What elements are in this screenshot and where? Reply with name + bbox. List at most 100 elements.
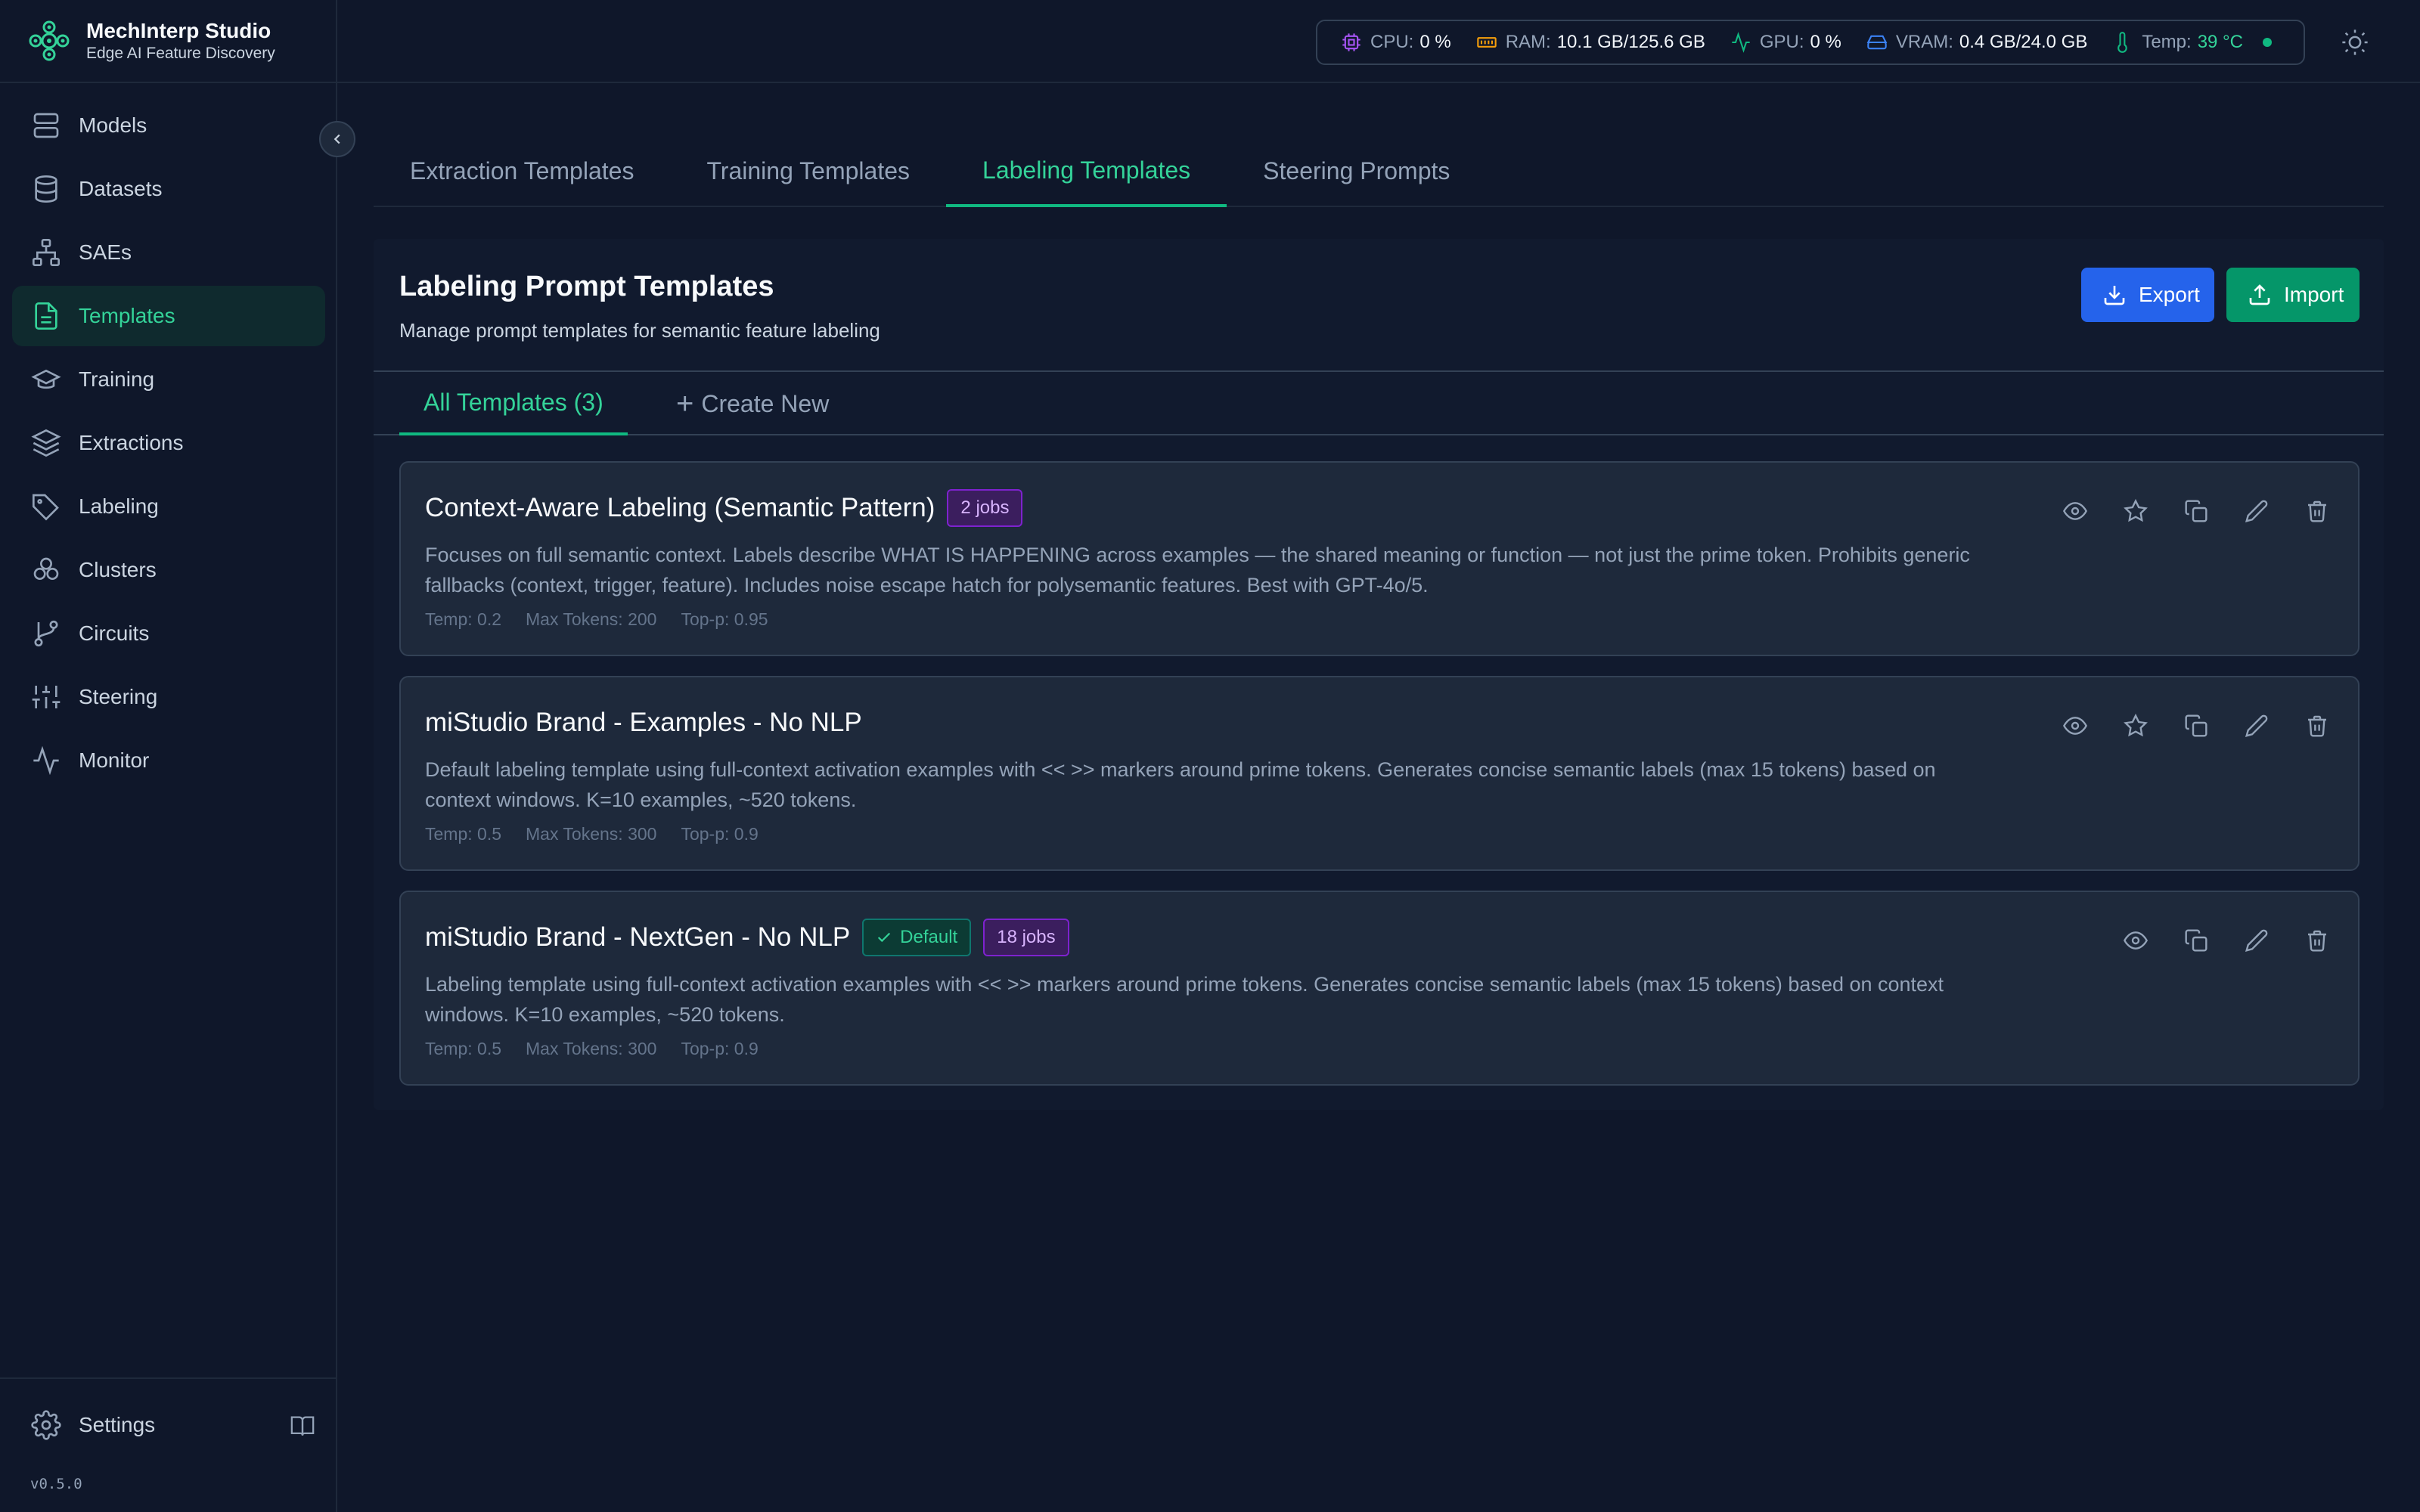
template-description: Labeling template using full-context act… [425, 973, 1944, 1026]
page-title: Labeling Prompt Templates [399, 271, 774, 302]
sidebar-item-clusters[interactable]: Clusters [12, 540, 325, 600]
copy-icon[interactable] [2178, 708, 2214, 744]
edit-icon[interactable] [2238, 493, 2275, 529]
template-type-tabs: Extraction Templates Training Templates … [374, 136, 2384, 207]
ram-metric: RAM: 10.1 GB/125.6 GB [1475, 31, 1705, 54]
card-header: Context-Aware Labeling (Semantic Pattern… [425, 488, 1023, 528]
tab-training-templates[interactable]: Training Templates [670, 136, 946, 206]
tab-extraction-templates[interactable]: Extraction Templates [374, 136, 670, 206]
card-header: miStudio Brand - NextGen - No NLP Defaul… [425, 918, 1069, 957]
sidebar-item-label: Training [79, 367, 155, 391]
database-icon [30, 173, 62, 205]
sidebar-item-datasets[interactable]: Datasets [12, 159, 325, 219]
sidebar-item-models[interactable]: Models [12, 95, 325, 156]
max-tokens-param: Max Tokens: 300 [526, 1039, 657, 1058]
default-label: Default [900, 927, 958, 947]
sidebar-item-extractions[interactable]: Extractions [12, 413, 325, 473]
trash-icon[interactable] [2299, 708, 2335, 744]
template-params: Temp: 0.5 Max Tokens: 300 Top-p: 0.9 [425, 1039, 783, 1059]
plus-icon: + [676, 386, 694, 420]
tab-labeling-templates[interactable]: Labeling Templates [946, 136, 1227, 207]
hard-drive-icon [1866, 31, 1888, 54]
card-header: miStudio Brand - Examples - No NLP [425, 703, 862, 742]
thermometer-icon [2111, 31, 2134, 54]
sidebar-item-circuits[interactable]: Circuits [12, 603, 325, 664]
subtab-create-new[interactable]: + Create New [676, 372, 829, 435]
upload-icon [2248, 282, 2272, 308]
memory-icon [1475, 31, 1498, 54]
view-icon[interactable] [2057, 493, 2093, 529]
template-params: Temp: 0.5 Max Tokens: 300 Top-p: 0.9 [425, 824, 783, 844]
template-title: miStudio Brand - NextGen - No NLP [425, 922, 851, 952]
brand-header[interactable]: MechInterp Studio Edge AI Feature Discov… [0, 0, 336, 83]
edit-icon[interactable] [2238, 922, 2275, 959]
sidebar-item-training[interactable]: Training [12, 349, 325, 410]
sidebar: MechInterp Studio Edge AI Feature Discov… [0, 0, 337, 1512]
sidebar-item-saes[interactable]: SAEs [12, 222, 325, 283]
sidebar-item-label: Models [79, 113, 147, 137]
sidebar-nav: Models Datasets SAEs Templates Training … [12, 95, 325, 794]
star-icon[interactable] [2118, 708, 2154, 744]
temp-param: Temp: 0.5 [425, 824, 501, 844]
sidebar-collapse-button[interactable] [319, 121, 355, 157]
import-button[interactable]: Import [2226, 268, 2360, 322]
system-metrics: CPU: 0 % RAM: 10.1 GB/125.6 GB GPU: 0 % … [1316, 20, 2305, 65]
tag-icon [30, 491, 62, 522]
app-name: MechInterp Studio [86, 19, 271, 42]
default-badge: Default [862, 919, 972, 956]
template-description: Default labeling template using full-con… [425, 758, 1936, 811]
server-icon [30, 110, 62, 141]
jobs-badge: 18 jobs [983, 919, 1069, 956]
check-icon [878, 932, 891, 943]
jobs-badge: 2 jobs [947, 489, 1023, 527]
sidebar-item-templates[interactable]: Templates [12, 286, 325, 346]
temp-value: 39 °C [2197, 32, 2243, 52]
trash-icon[interactable] [2299, 922, 2335, 959]
max-tokens-param: Max Tokens: 200 [526, 609, 657, 629]
template-card[interactable]: miStudio Brand - NextGen - No NLP Defaul… [399, 891, 2360, 1086]
sidebar-item-monitor[interactable]: Monitor [12, 730, 325, 791]
app-version: v0.5.0 [30, 1476, 82, 1492]
app-tagline: Edge AI Feature Discovery [86, 45, 275, 62]
topbar: CPU: 0 % RAM: 10.1 GB/125.6 GB GPU: 0 % … [337, 0, 2420, 83]
template-card[interactable]: Context-Aware Labeling (Semantic Pattern… [399, 461, 2360, 656]
temp-metric: Temp: 39 °C [2111, 31, 2243, 54]
git-branch-icon [30, 618, 62, 649]
page-subtitle: Manage prompt templates for semantic fea… [399, 319, 880, 342]
view-icon[interactable] [2118, 922, 2154, 959]
view-icon[interactable] [2057, 708, 2093, 744]
copy-icon[interactable] [2178, 922, 2214, 959]
sliders-icon [30, 681, 62, 713]
template-title: miStudio Brand - Examples - No NLP [425, 708, 862, 737]
export-button[interactable]: Export [2081, 268, 2214, 322]
logo-icon [29, 20, 70, 61]
template-title: Context-Aware Labeling (Semantic Pattern… [425, 493, 935, 522]
trash-icon[interactable] [2299, 493, 2335, 529]
sidebar-item-labeling[interactable]: Labeling [12, 476, 325, 537]
copy-icon[interactable] [2178, 493, 2214, 529]
vram-metric: VRAM: 0.4 GB/24.0 GB [1866, 31, 2087, 54]
chevron-left-icon [334, 134, 340, 144]
sidebar-item-steering[interactable]: Steering [12, 667, 325, 727]
clusters-icon [30, 554, 62, 586]
theme-toggle-button[interactable] [2337, 24, 2373, 60]
sidebar-footer: Settings v0.5.0 [0, 1377, 336, 1512]
star-icon[interactable] [2118, 493, 2154, 529]
template-card[interactable]: miStudio Brand - Examples - No NLP Defau… [399, 676, 2360, 871]
subtab-all-templates[interactable]: All Templates (3) [399, 372, 628, 435]
gpu-value: 0 % [1810, 32, 1841, 52]
sun-icon [2342, 29, 2368, 55]
import-label: Import [2284, 283, 2344, 306]
tab-steering-prompts[interactable]: Steering Prompts [1227, 136, 1486, 206]
docs-book-icon[interactable] [287, 1411, 318, 1441]
settings-label: Settings [79, 1413, 156, 1436]
cpu-metric: CPU: 0 % [1340, 31, 1451, 54]
gpu-label: GPU: [1759, 32, 1804, 52]
edit-icon[interactable] [2238, 708, 2275, 744]
template-params: Temp: 0.2 Max Tokens: 200 Top-p: 0.95 [425, 609, 793, 630]
sidebar-item-label: Labeling [79, 494, 159, 518]
card-actions [2033, 708, 2335, 744]
template-description: Focuses on full semantic context. Labels… [425, 544, 1970, 596]
card-actions [2093, 922, 2335, 959]
sidebar-item-settings[interactable]: Settings [30, 1406, 318, 1444]
